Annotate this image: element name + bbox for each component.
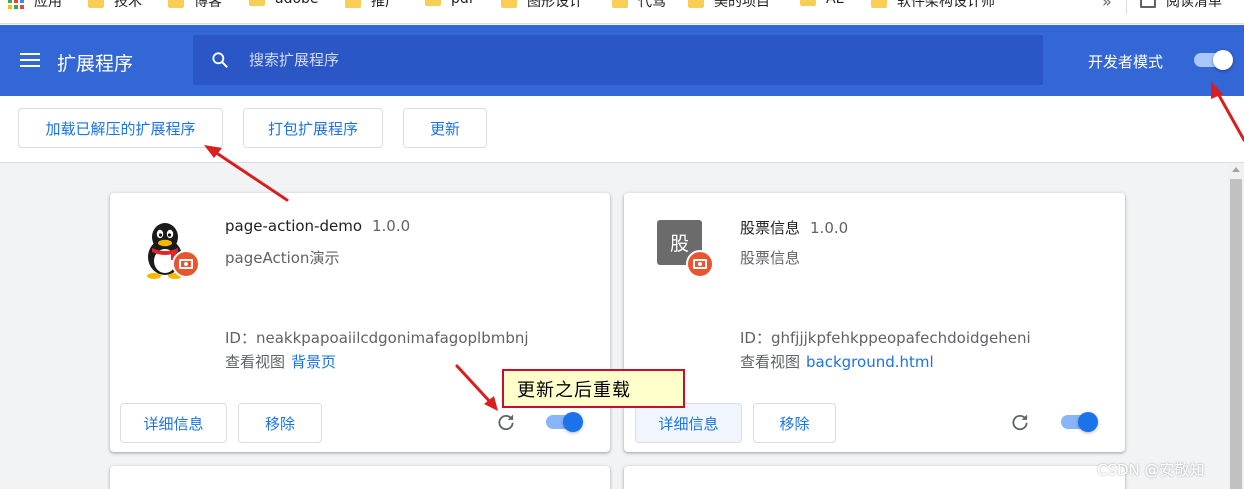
dev-mode-label: 开发者模式: [1088, 53, 1164, 71]
scrollbar-thumb[interactable]: [1230, 179, 1242, 489]
reload-icon[interactable]: [1010, 412, 1030, 432]
bookmark-apps-label: 应用: [34, 0, 62, 10]
bookmark-item[interactable]: adobe: [249, 0, 319, 7]
dev-mode-toggle-knob: [1213, 50, 1233, 70]
extension-description: pageAction演示: [225, 249, 340, 267]
apps-icon: [8, 0, 24, 9]
search-box[interactable]: [193, 35, 1043, 85]
action-bar: 加载已解压的扩展程序 打包扩展程序 更新: [0, 96, 1244, 163]
bookmark-item[interactable]: AE: [800, 0, 844, 7]
bookmark-label: 代驾: [638, 0, 666, 10]
pack-extension-button[interactable]: 打包扩展程序: [243, 108, 383, 148]
extension-id: ID：ghfjjjkpfehkppeopafechdoidgeheni: [740, 327, 1031, 348]
background-html-link[interactable]: background.html: [806, 353, 934, 371]
bookmark-item[interactable]: 博客: [168, 0, 222, 11]
page-title: 扩展程序: [57, 53, 134, 75]
extension-enable-toggle[interactable]: [544, 412, 586, 432]
bookmark-label: 博客: [194, 0, 222, 10]
folder-icon: [168, 0, 184, 8]
remove-button[interactable]: 移除: [753, 403, 836, 443]
reading-list-button[interactable]: 阅读清单: [1140, 0, 1222, 11]
extensions-toolbar: 扩展程序 开发者模式: [0, 25, 1244, 96]
annotation-callout: 更新之后重载: [502, 369, 685, 408]
bookmark-label: 技术: [114, 0, 142, 10]
bookmark-label: 推广: [371, 0, 399, 10]
reading-list-icon: [1140, 0, 1156, 8]
reading-list-label: 阅读清单: [1166, 0, 1222, 10]
bookmarks-bar: 应用 技术 博客 adobe 推广 pdf 图形设计 代驾 美的项目 AE 软件…: [0, 0, 1244, 24]
bookmarks-overflow-button[interactable]: »: [1102, 0, 1112, 11]
background-page-link[interactable]: 背景页: [291, 353, 336, 371]
extension-name-text: 股票信息: [740, 219, 801, 237]
bookmark-item[interactable]: 技术: [88, 0, 142, 11]
scrollbar[interactable]: [1228, 163, 1244, 489]
details-button[interactable]: 详细信息: [635, 403, 742, 443]
bookmark-label: adobe: [275, 0, 319, 7]
reload-icon[interactable]: [496, 412, 516, 432]
folder-icon: [249, 0, 265, 6]
remove-button[interactable]: 移除: [238, 403, 322, 443]
bookmark-item[interactable]: 推广: [345, 0, 399, 11]
watermark: CSDN @安敬知: [1097, 461, 1205, 479]
search-icon: [212, 52, 228, 68]
bookmark-item[interactable]: pdf: [425, 0, 474, 7]
extension-card-stock-info: 股 股票信息 1.0.0 股票信息 ID：ghfjjjkpfehkppeopafe…: [624, 193, 1125, 452]
extension-enable-toggle[interactable]: [1059, 412, 1101, 432]
folder-icon: [871, 0, 887, 8]
bookmark-label: 图形设计: [527, 0, 583, 10]
folder-icon: [425, 0, 441, 6]
extension-name-text: page-action-demo: [225, 217, 362, 235]
load-unpacked-button[interactable]: 加载已解压的扩展程序: [18, 108, 223, 148]
extension-card-page-action-demo: page-action-demo 1.0.0 pageAction演示 ID：ne…: [110, 193, 610, 452]
folder-icon: [501, 0, 517, 8]
scroll-up-arrow-icon[interactable]: [1232, 167, 1240, 172]
page-action-badge-icon: [172, 250, 200, 278]
bookmark-item[interactable]: 图形设计: [501, 0, 583, 11]
toggle-knob: [563, 412, 583, 432]
folder-icon: [88, 0, 104, 8]
bookmark-item[interactable]: 美的项目: [688, 0, 770, 11]
update-button[interactable]: 更新: [403, 108, 487, 148]
extension-card-partial: [110, 466, 610, 489]
views-label: 查看视图: [225, 353, 286, 371]
extension-id-value: ghfjjjkpfehkppeopafechdoidgeheni: [770, 329, 1031, 347]
extension-views: 查看视图 背景页: [225, 351, 336, 372]
extension-card-partial: [624, 466, 1125, 489]
dev-mode-toggle[interactable]: [1192, 50, 1234, 70]
bookmark-label: 美的项目: [714, 0, 770, 10]
menu-icon[interactable]: [20, 53, 40, 69]
extension-version: 1.0.0: [372, 217, 411, 235]
extension-description: 股票信息: [740, 249, 801, 267]
extension-name: 股票信息 1.0.0: [740, 217, 848, 238]
bookmark-label: AE: [826, 0, 844, 7]
bookmark-item[interactable]: 代驾: [612, 0, 666, 11]
extension-name: page-action-demo 1.0.0: [225, 217, 410, 235]
details-button[interactable]: 详细信息: [120, 403, 227, 443]
extension-views: 查看视图 background.html: [740, 351, 934, 372]
extension-version: 1.0.0: [810, 219, 849, 237]
extension-id-label: ID：: [225, 329, 256, 347]
extension-id: ID：neakkpapoaiilcdgonimafagoplbmbnj: [225, 327, 529, 348]
folder-icon: [345, 0, 361, 8]
bookmark-label: pdf: [451, 0, 474, 7]
extension-id-value: neakkpapoaiilcdgonimafagoplbmbnj: [255, 329, 529, 347]
bookmarks-divider: [1126, 0, 1127, 14]
bookmark-label: 软件架构设计师: [897, 0, 995, 10]
search-input[interactable]: [249, 47, 1009, 73]
toggle-knob: [1078, 412, 1098, 432]
folder-icon: [800, 0, 816, 6]
folder-icon: [612, 0, 628, 8]
page-action-badge-icon: [686, 250, 714, 278]
views-label: 查看视图: [740, 353, 801, 371]
folder-icon: [688, 0, 704, 8]
bookmark-item[interactable]: 软件架构设计师: [871, 0, 995, 11]
extension-id-label: ID：: [740, 329, 771, 347]
bookmark-apps[interactable]: 应用: [8, 0, 62, 11]
